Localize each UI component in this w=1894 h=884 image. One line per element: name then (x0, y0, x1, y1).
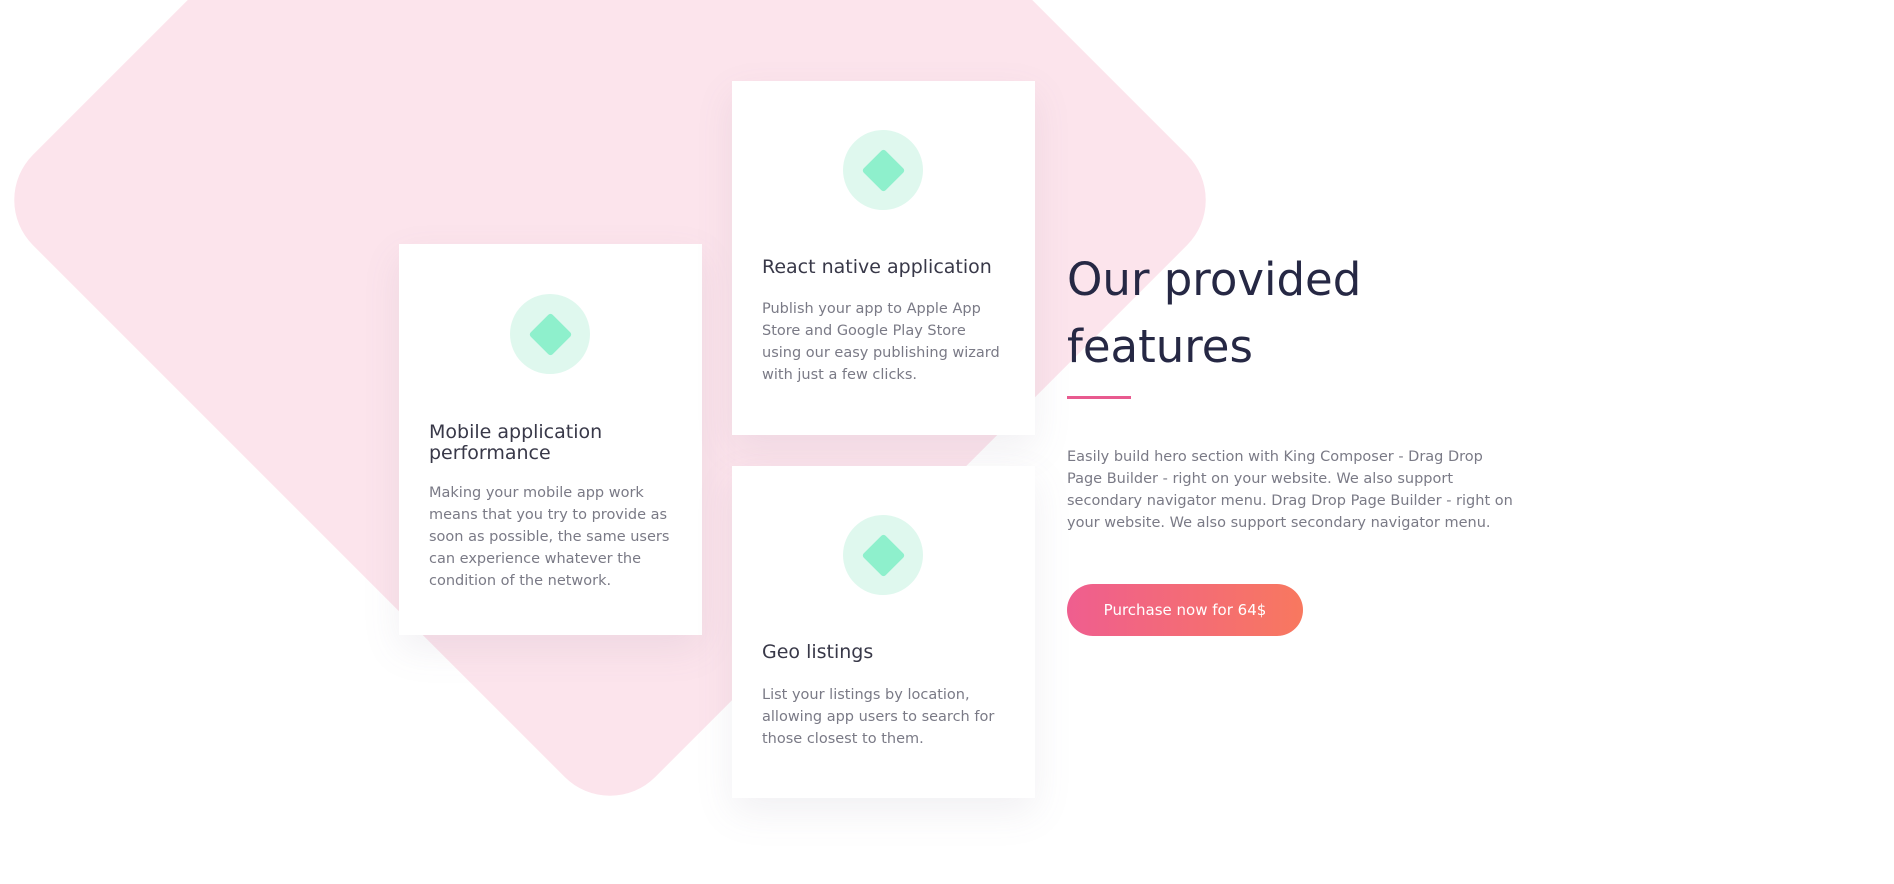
feature-card-title: Geo listings (762, 641, 874, 663)
section-description: Easily build hero section with King Comp… (1067, 449, 1513, 531)
features-section: Mobile application performance Making yo… (0, 0, 1894, 884)
feature-card-text: Making your mobile app work means that y… (429, 485, 670, 589)
feature-card-react-native: React native application Publish your ap… (732, 81, 1035, 435)
heading-underline (1067, 396, 1131, 399)
feature-card-text: Publish your app to Apple App Store and … (762, 301, 1000, 383)
feature-card-mobile-performance: Mobile application performance Making yo… (399, 244, 702, 635)
section-heading: Our provided features (1067, 253, 1362, 373)
feature-card-title: React native application (762, 256, 992, 278)
purchase-button[interactable]: Purchase now for 64$ (1067, 584, 1303, 636)
diamond-icon (843, 515, 923, 595)
feature-card-text: List your listings by location, allowing… (762, 687, 995, 747)
feature-card-title: Mobile application performance (429, 421, 603, 464)
feature-card-geo-listings: Geo listings List your listings by locat… (732, 466, 1035, 798)
diamond-icon (843, 130, 923, 210)
diamond-icon (510, 294, 590, 374)
